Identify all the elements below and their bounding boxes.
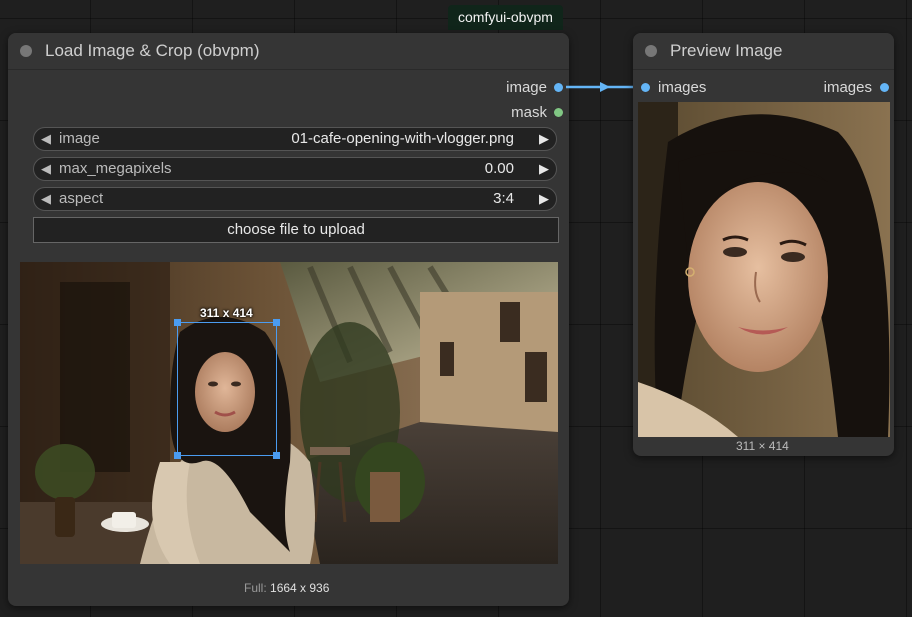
- collapse-dot-icon[interactable]: [645, 45, 657, 57]
- input-slot-images[interactable]: images: [658, 78, 706, 98]
- node-title: Preview Image: [670, 41, 783, 60]
- output-slot-images[interactable]: images: [824, 78, 872, 98]
- preview-size-caption: 311 × 414: [736, 439, 789, 453]
- preview-image-node[interactable]: Preview Image images images 311 × 414: [633, 33, 894, 456]
- portrait-photo: [638, 102, 890, 437]
- node-header[interactable]: Preview Image: [633, 33, 894, 70]
- input-images-dot-icon[interactable]: [641, 83, 650, 92]
- preview-output-image[interactable]: [638, 102, 890, 437]
- output-images-dot-icon[interactable]: [880, 83, 889, 92]
